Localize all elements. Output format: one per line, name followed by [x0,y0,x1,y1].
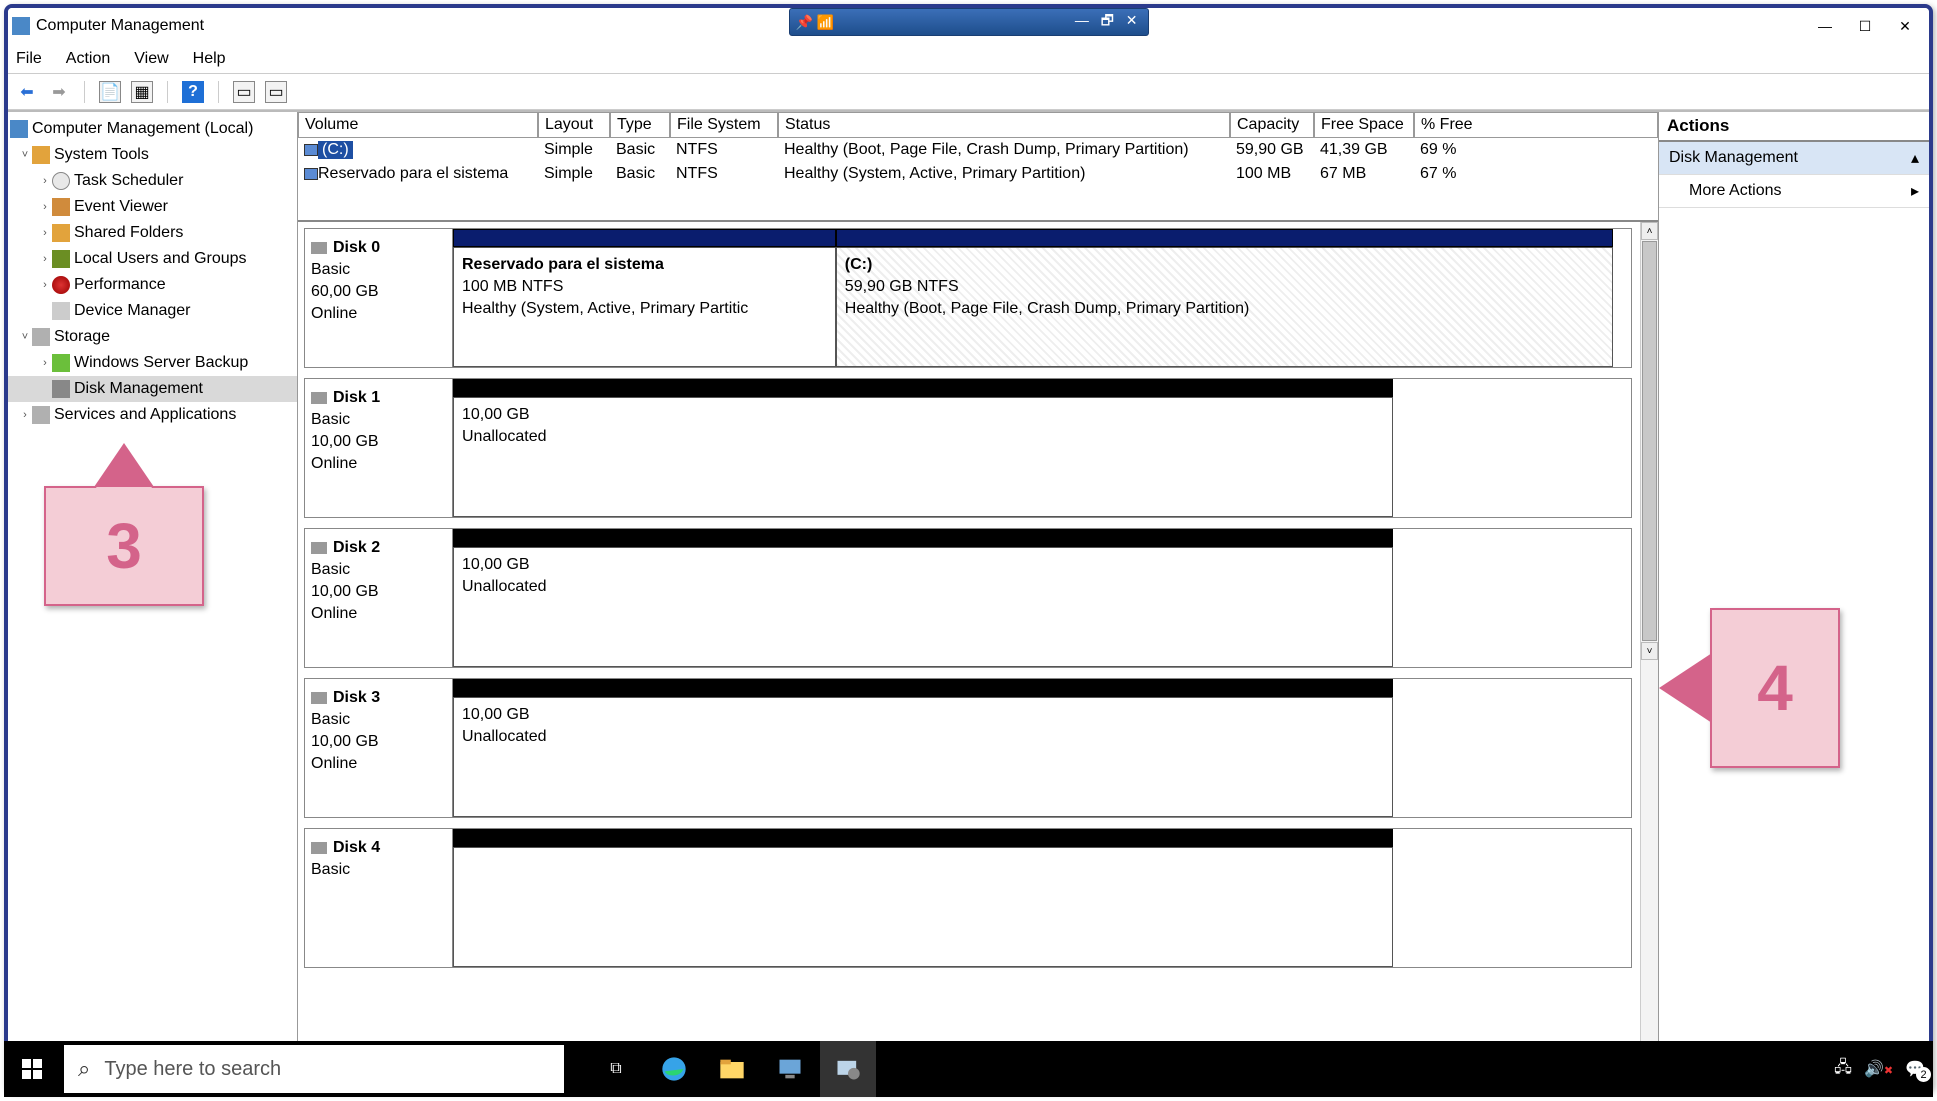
disk-block[interactable]: Disk 0Basic60,00 GBOnlineReservado para … [304,228,1632,368]
actions-more[interactable]: More Actions▸ [1659,175,1929,208]
show-hide-tree-button[interactable]: 📄 [99,81,121,103]
col-type[interactable]: Type [610,112,670,138]
tree-local-users[interactable]: ›Local Users and Groups [8,246,297,272]
remote-close-icon[interactable]: ✕ [1126,12,1138,28]
tree-disk-management[interactable]: Disk Management [8,376,297,402]
tree-event-viewer[interactable]: ›Event Viewer [8,194,297,220]
toolbar-view2-button[interactable]: ▭ [265,81,287,103]
col-pct[interactable]: % Free [1414,112,1658,138]
properties-button[interactable]: ▦ [131,81,153,103]
remote-minimize-icon[interactable]: — [1075,12,1089,28]
window-title: Computer Management [36,17,204,35]
tree-server-backup[interactable]: ›Windows Server Backup [8,350,297,376]
remote-restore-icon[interactable]: 🗗 [1101,12,1114,28]
disk-block[interactable]: Disk 4Basic [304,828,1632,968]
col-fs[interactable]: File System [670,112,778,138]
tray-network-icon[interactable]: 🖧 [1834,1056,1852,1083]
taskbar-server-manager[interactable] [762,1041,818,1097]
toolbar: ⬅ ➡ 📄 ▦ ? ▭ ▭ [8,74,1929,110]
disk-block[interactable]: Disk 1Basic10,00 GBOnline10,00 GBUnalloc… [304,378,1632,518]
tree-shared-folders[interactable]: ›Shared Folders [8,220,297,246]
disk-block[interactable]: Disk 2Basic10,00 GBOnline10,00 GBUnalloc… [304,528,1632,668]
volume-list: Volume Layout Type File System Status Ca… [298,112,1658,222]
task-view-button[interactable]: ⧉ [588,1041,644,1097]
search-placeholder: Type here to search [104,1058,281,1081]
tree-performance[interactable]: ›Performance [8,272,297,298]
maximize-button[interactable]: ☐ [1845,12,1885,40]
back-button[interactable]: ⬅ [16,81,38,103]
tree-services[interactable]: ›Services and Applications [8,402,297,428]
taskbar-edge[interactable] [646,1041,702,1097]
taskbar: ⌕ Type here to search ⧉ 🖧 🔊✖ 💬2 [4,1041,1933,1097]
app-icon [12,17,30,35]
tree-device-manager[interactable]: Device Manager [8,298,297,324]
menu-file[interactable]: File [16,50,42,68]
menu-view[interactable]: View [134,50,168,68]
menu-bar: File Action View Help [8,44,1929,74]
search-box[interactable]: ⌕ Type here to search [64,1045,564,1093]
tray-volume-icon[interactable]: 🔊✖ [1864,1059,1893,1079]
tree-system-tools[interactable]: ˅System Tools [8,142,297,168]
disk-vscrollbar[interactable]: ˄˅ [1640,222,1658,1062]
tree-storage[interactable]: ˅Storage [8,324,297,350]
remote-connection-bar[interactable]: 📌 📶 — 🗗 ✕ [789,8,1149,36]
tray-notifications-icon[interactable]: 💬2 [1905,1059,1925,1079]
toolbar-view1-button[interactable]: ▭ [233,81,255,103]
volume-row[interactable]: Reservado para el sistemaSimpleBasicNTFS… [298,162,1658,186]
callout-4: 4 [1710,608,1840,768]
volume-row[interactable]: (C:)SimpleBasicNTFSHealthy (Boot, Page F… [298,138,1658,162]
col-capacity[interactable]: Capacity [1230,112,1314,138]
search-icon: ⌕ [78,1056,90,1082]
minimize-button[interactable]: — [1805,12,1845,40]
menu-action[interactable]: Action [66,50,110,68]
col-volume[interactable]: Volume [298,112,538,138]
col-free[interactable]: Free Space [1314,112,1414,138]
actions-pane: Actions Disk Management▴ More Actions▸ [1659,112,1929,1088]
title-bar: Computer Management 📌 📶 — 🗗 ✕ — ☐ ✕ [8,8,1929,44]
menu-help[interactable]: Help [193,50,226,68]
close-button[interactable]: ✕ [1885,12,1925,40]
tree-root[interactable]: Computer Management (Local) [8,116,297,142]
start-button[interactable] [4,1041,60,1097]
actions-header: Actions [1659,112,1929,142]
actions-disk-management[interactable]: Disk Management▴ [1659,142,1929,175]
expand-icon: ▸ [1911,181,1919,201]
collapse-icon: ▴ [1911,148,1919,168]
col-status[interactable]: Status [778,112,1230,138]
help-button[interactable]: ? [182,81,204,103]
forward-button[interactable]: ➡ [48,81,70,103]
tree-task-scheduler[interactable]: ›Task Scheduler [8,168,297,194]
taskbar-explorer[interactable] [704,1041,760,1097]
disk-block[interactable]: Disk 3Basic10,00 GBOnline10,00 GBUnalloc… [304,678,1632,818]
col-layout[interactable]: Layout [538,112,610,138]
system-tray: 🖧 🔊✖ 💬2 [1826,1056,1933,1083]
taskbar-computer-management[interactable] [820,1041,876,1097]
disk-graphical-view: Disk 0Basic60,00 GBOnlineReservado para … [298,222,1638,1062]
callout-3: 3 [44,486,204,606]
